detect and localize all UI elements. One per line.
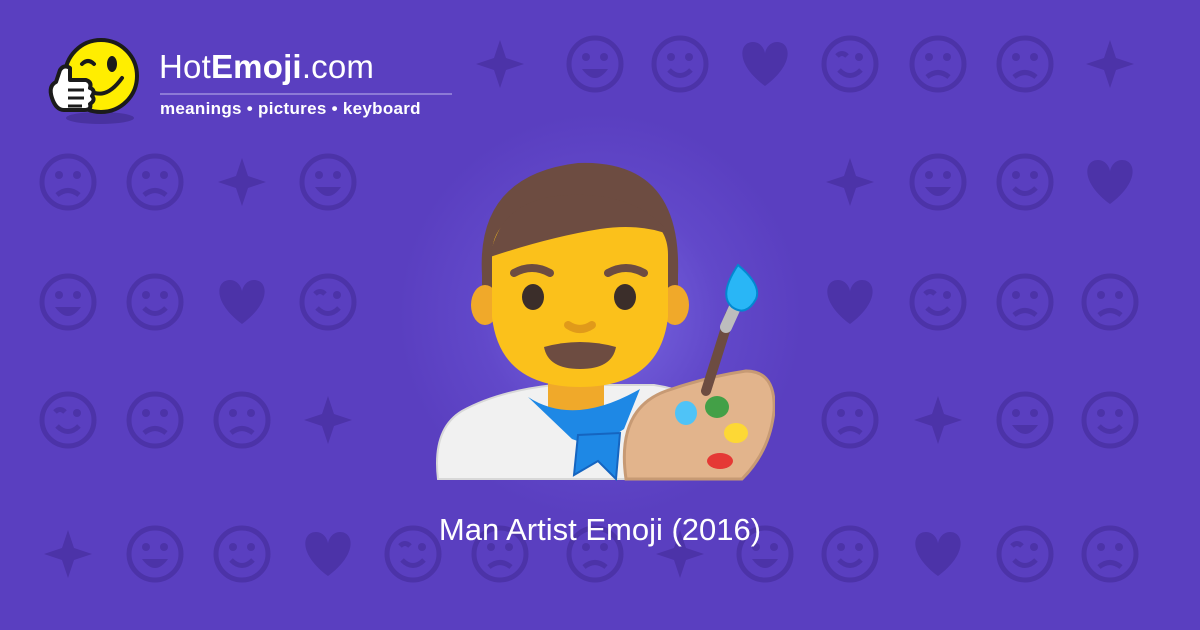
pattern-smile-icon — [126, 273, 184, 331]
pattern-wink-icon — [821, 35, 879, 93]
brand-divider — [160, 93, 452, 95]
pattern-star-icon — [914, 396, 962, 444]
pattern-star-icon — [1086, 40, 1134, 88]
pattern-grin-icon — [996, 391, 1054, 449]
pattern-heart-icon — [219, 280, 265, 324]
emoji-caption: Man Artist Emoji (2016) — [438, 512, 762, 547]
pattern-grin-icon — [299, 153, 357, 211]
site-name: HotEmoji.com — [159, 48, 375, 85]
pattern-heart-icon — [742, 42, 788, 86]
pattern-grin-icon — [566, 35, 624, 93]
pattern-frown-icon — [126, 153, 184, 211]
pattern-wink-icon — [299, 273, 357, 331]
pattern-star-icon — [218, 158, 266, 206]
pattern-smile-icon — [996, 153, 1054, 211]
pattern-heart-icon — [827, 280, 873, 324]
thumbs-up-winking-face-icon — [48, 38, 139, 124]
pattern-frown-icon — [821, 391, 879, 449]
pattern-frown-icon — [1081, 273, 1139, 331]
pattern-star-icon — [826, 158, 874, 206]
site-brand[interactable]: HotEmoji.com meanings • pictures • keybo… — [38, 32, 468, 132]
pattern-grin-icon — [39, 273, 97, 331]
pattern-sad-icon — [126, 391, 184, 449]
pattern-frown-icon — [996, 35, 1054, 93]
pattern-smile-icon — [651, 35, 709, 93]
pattern-sad-icon — [909, 35, 967, 93]
pattern-heart-icon — [1087, 160, 1133, 204]
pattern-wink-icon — [909, 273, 967, 331]
pattern-sad-icon — [996, 273, 1054, 331]
pattern-sad-icon — [39, 153, 97, 211]
pattern-frown-icon — [213, 391, 271, 449]
pattern-star-icon — [476, 40, 524, 88]
site-tagline: meanings • pictures • keyboard — [160, 99, 421, 118]
man-artist-emoji-icon — [436, 162, 775, 482]
pattern-wink-icon — [39, 391, 97, 449]
pattern-star-icon — [304, 396, 352, 444]
pattern-smile-icon — [1081, 391, 1139, 449]
pattern-grin-icon — [909, 153, 967, 211]
